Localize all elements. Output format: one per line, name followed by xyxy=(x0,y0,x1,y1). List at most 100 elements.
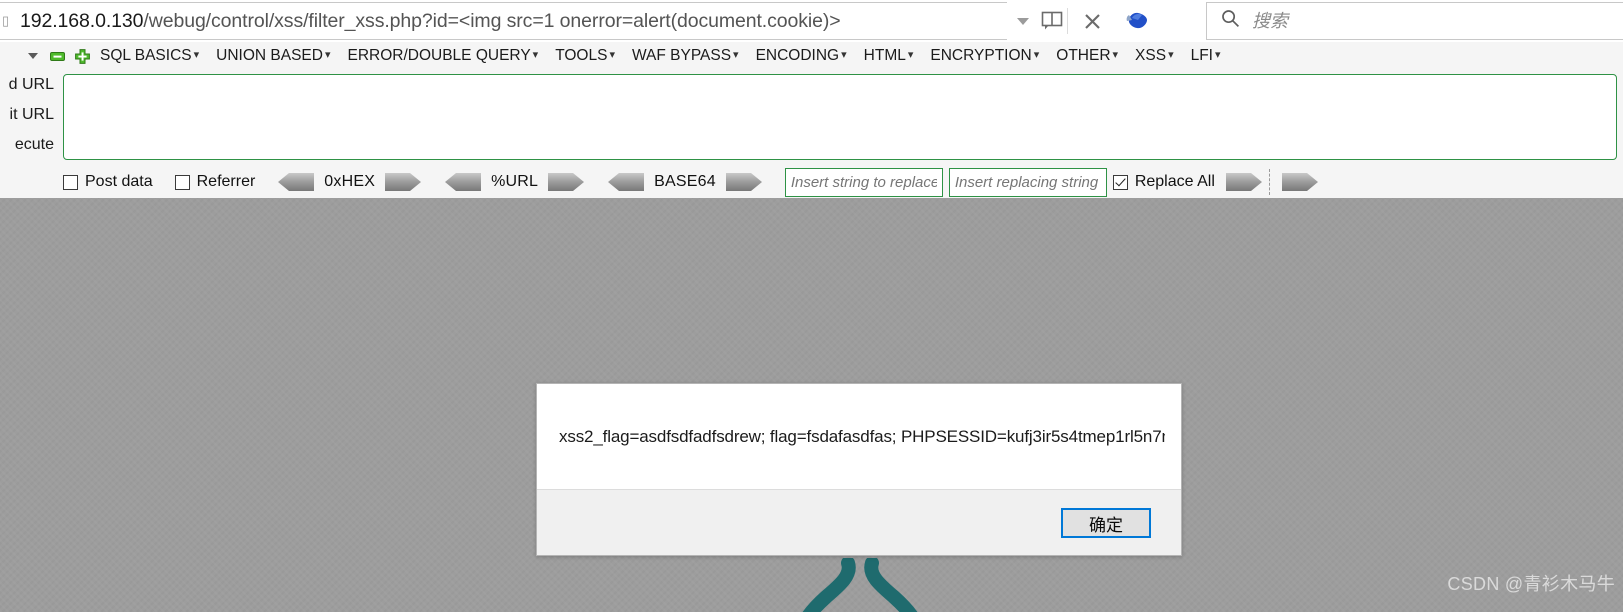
menu-waf-bypass[interactable]: WAF BYPASS ▾ xyxy=(632,47,739,65)
hex-encode-button[interactable] xyxy=(384,172,422,192)
arrow-right-icon xyxy=(725,173,762,191)
menu-error-double-query[interactable]: ERROR/DOUBLE QUERY ▾ xyxy=(347,47,538,65)
menu-label: OTHER xyxy=(1056,47,1111,64)
url-decode-button[interactable] xyxy=(444,172,482,192)
replace-all-checkbox[interactable] xyxy=(1112,174,1128,190)
menu-label: UNION BASED xyxy=(216,47,323,64)
caret-icon: ▾ xyxy=(1215,49,1221,61)
options-divider xyxy=(1268,169,1270,195)
stop-loading-button[interactable] xyxy=(1070,2,1114,40)
hex-encoder-group: 0xHEX xyxy=(277,172,422,192)
replace-all-option[interactable]: Replace All xyxy=(1112,173,1215,191)
replace-string-input[interactable] xyxy=(784,167,943,197)
minus-icon xyxy=(50,51,65,61)
menu-label: ENCRYPTION xyxy=(930,47,1032,64)
dialog-ok-button[interactable]: 确定 xyxy=(1061,508,1151,538)
caret-icon: ▾ xyxy=(1033,49,1040,61)
menu-sql-basics[interactable]: SQL BASICS ▾ xyxy=(100,47,199,65)
menu-xss[interactable]: XSS ▾ xyxy=(1135,47,1174,65)
arrow-left-icon xyxy=(445,173,482,191)
menu-label: SQL BASICS xyxy=(100,47,192,64)
search-input[interactable] xyxy=(1250,9,1594,33)
address-bar-host: 192.168.0.130 xyxy=(20,9,144,32)
menu-label: HTML xyxy=(863,47,906,64)
post-data-option[interactable]: Post data xyxy=(63,173,153,191)
hackbar-code-textarea[interactable] xyxy=(63,74,1617,160)
caret-icon: ▾ xyxy=(609,49,615,61)
menu-union-based[interactable]: UNION BASED ▾ xyxy=(216,47,330,65)
close-x-icon xyxy=(1084,13,1100,29)
menu-label: ERROR/DOUBLE QUERY xyxy=(347,47,531,64)
arrow-right-icon xyxy=(1225,173,1262,191)
hackbar-side-buttons: d URL it URL ecute xyxy=(0,70,58,198)
page-graphic xyxy=(802,558,918,612)
search-bar[interactable] xyxy=(1206,2,1623,40)
extra-apply-button[interactable] xyxy=(1281,172,1319,192)
toolbar-divider xyxy=(1067,8,1068,34)
reader-view-icon xyxy=(1041,11,1063,30)
dialog-message: xss2_flag=asdfsdfadfsdrew; flag=fsdafasd… xyxy=(559,427,1165,446)
post-data-label: Post data xyxy=(85,173,153,190)
caret-icon: ▾ xyxy=(1112,49,1119,61)
menu-other[interactable]: OTHER ▾ xyxy=(1056,47,1118,65)
watermark: CSDN @青衫木马牛 xyxy=(1447,574,1615,594)
menu-label: XSS xyxy=(1135,47,1167,64)
address-dropdown-button[interactable] xyxy=(1007,2,1039,40)
hackbar-plus-button[interactable] xyxy=(75,48,90,64)
menu-label: TOOLS xyxy=(555,47,608,64)
address-bar-path: /webug/control/xss/filter_xss.php?id=<im… xyxy=(143,9,841,32)
base64-decode-button[interactable] xyxy=(607,172,645,192)
url-encoder-group: %URL xyxy=(444,172,585,192)
extension-icon xyxy=(1126,12,1147,29)
referrer-checkbox[interactable] xyxy=(174,174,190,190)
replacing-string-input[interactable] xyxy=(948,167,1107,197)
caret-icon: ▾ xyxy=(907,49,914,61)
javascript-alert-dialog: xss2_flag=asdfsdfadfsdrew; flag=fsdafasd… xyxy=(536,383,1182,556)
base64-encode-button[interactable] xyxy=(725,172,763,192)
menu-tools[interactable]: TOOLS ▾ xyxy=(555,47,615,65)
menu-html[interactable]: HTML ▾ xyxy=(864,47,914,65)
address-bar-text: 192.168.0.130/webug/control/xss/filter_x… xyxy=(12,10,841,33)
load-url-button[interactable]: d URL xyxy=(9,76,54,94)
arrow-right-icon xyxy=(548,173,585,191)
referrer-option[interactable]: Referrer xyxy=(174,173,255,191)
post-data-checkbox[interactable] xyxy=(63,174,78,190)
caret-icon: ▾ xyxy=(532,49,539,61)
hex-decode-button[interactable] xyxy=(277,172,315,192)
hackbar-minus-button[interactable] xyxy=(50,49,65,64)
menu-label: WAF BYPASS xyxy=(631,47,732,64)
replace-all-label: Replace All xyxy=(1134,173,1215,190)
address-bar[interactable]: ▯ 192.168.0.130/webug/control/xss/filter… xyxy=(0,2,1162,40)
menu-label: ENCODING xyxy=(755,47,840,64)
arrow-right-icon xyxy=(385,173,422,191)
url-encode-button[interactable] xyxy=(547,172,585,192)
caret-icon: ▾ xyxy=(193,49,200,61)
base64-encoder-group: BASE64 xyxy=(607,172,763,192)
arrow-left-icon xyxy=(608,173,645,191)
reader-view-button[interactable] xyxy=(1039,2,1065,40)
caret-icon: ▾ xyxy=(733,49,739,61)
caret-icon: ▾ xyxy=(841,49,847,61)
hackbar-options-row: Post data Referrer 0xHEX %URL BASE64 Ins… xyxy=(63,166,1319,198)
menu-encoding[interactable]: ENCODING ▾ xyxy=(756,47,847,65)
base64-label: BASE64 xyxy=(654,173,716,190)
split-url-button[interactable]: it URL xyxy=(10,106,54,124)
hex-label: 0xHEX xyxy=(324,173,376,190)
url-label: %URL xyxy=(491,173,539,190)
arrow-right-icon xyxy=(1281,173,1318,191)
menu-encryption[interactable]: ENCRYPTION ▾ xyxy=(930,47,1039,65)
replace-apply-button[interactable] xyxy=(1225,172,1263,192)
chevron-down-icon[interactable] xyxy=(28,53,38,59)
extension-button[interactable] xyxy=(1114,2,1162,40)
hackbar-menu-row: SQL BASICS ▾ UNION BASED ▾ ERROR/DOUBLE QU… xyxy=(0,42,1623,70)
caret-icon: ▾ xyxy=(1168,49,1174,61)
execute-button[interactable]: ecute xyxy=(15,136,54,154)
search-icon xyxy=(1221,9,1240,33)
hackbar-panel: d URL it URL ecute Post data Referrer 0x… xyxy=(0,70,1623,198)
caret-icon: ▾ xyxy=(324,49,331,61)
chevron-down-icon xyxy=(1017,17,1029,25)
page-favicon: ▯ xyxy=(2,13,10,28)
dialog-footer: 确定 xyxy=(537,489,1181,555)
arrow-left-icon xyxy=(278,173,315,191)
menu-lfi[interactable]: LFI ▾ xyxy=(1191,47,1221,65)
